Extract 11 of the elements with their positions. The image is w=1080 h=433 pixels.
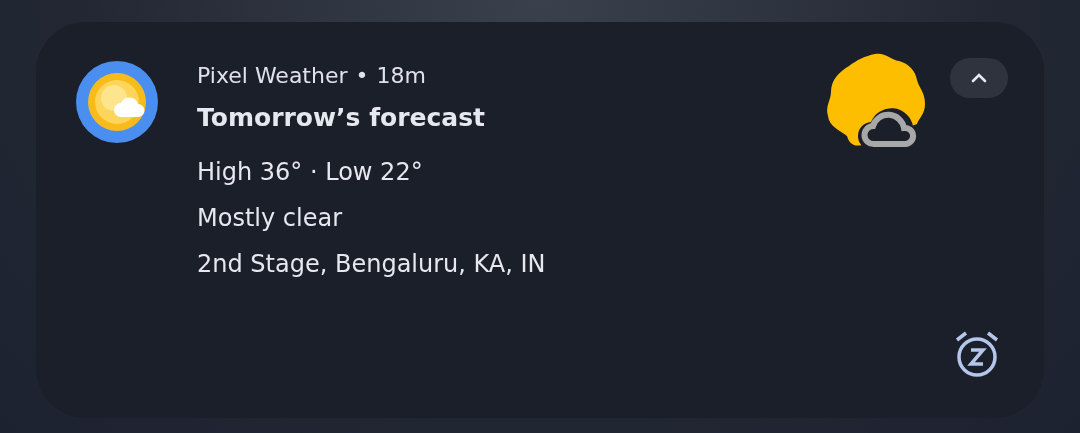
detail-line: Mostly clear: [197, 203, 343, 234]
app-name: Pixel Weather: [197, 62, 348, 90]
detail-line: 2nd Stage, Bengaluru, KA, IN: [197, 249, 547, 280]
chevron-icon: [971, 73, 987, 83]
collapse-button[interactable]: [950, 58, 1008, 98]
sun-cloud-icon: [76, 61, 158, 143]
detail-line: High 36° · Low 22°: [197, 157, 424, 188]
time-ago: 18m: [376, 62, 426, 90]
separator-dot: •: [355, 62, 369, 90]
snooze-alarm-icon[interactable]: [954, 330, 1000, 378]
notification-title: Tomorrow’s forecast: [197, 103, 486, 133]
